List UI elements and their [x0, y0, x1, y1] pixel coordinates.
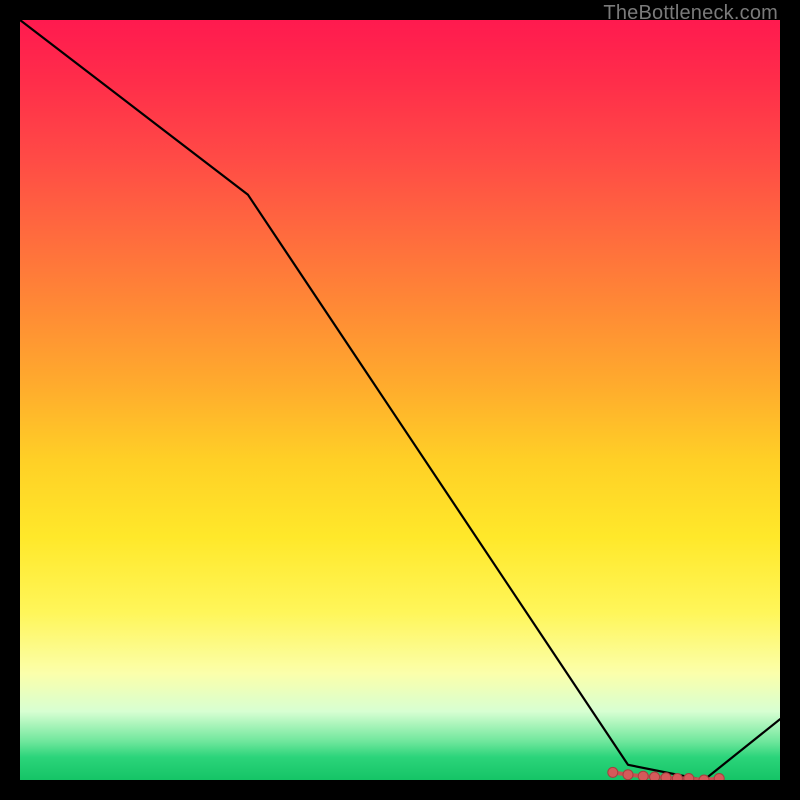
optimal-marker	[623, 770, 633, 780]
optimal-marker	[608, 767, 618, 777]
optimal-marker	[684, 774, 694, 781]
optimal-marker	[661, 773, 671, 780]
optimal-marker	[699, 775, 709, 780]
optimal-marker	[714, 774, 724, 781]
bottleneck-curve	[20, 20, 780, 780]
optimal-marker-cluster	[608, 767, 724, 780]
chart-container: TheBottleneck.com	[0, 0, 800, 800]
optimal-marker	[650, 772, 660, 780]
chart-overlay	[20, 20, 780, 780]
optimal-marker	[672, 774, 682, 781]
optimal-marker	[638, 771, 648, 780]
